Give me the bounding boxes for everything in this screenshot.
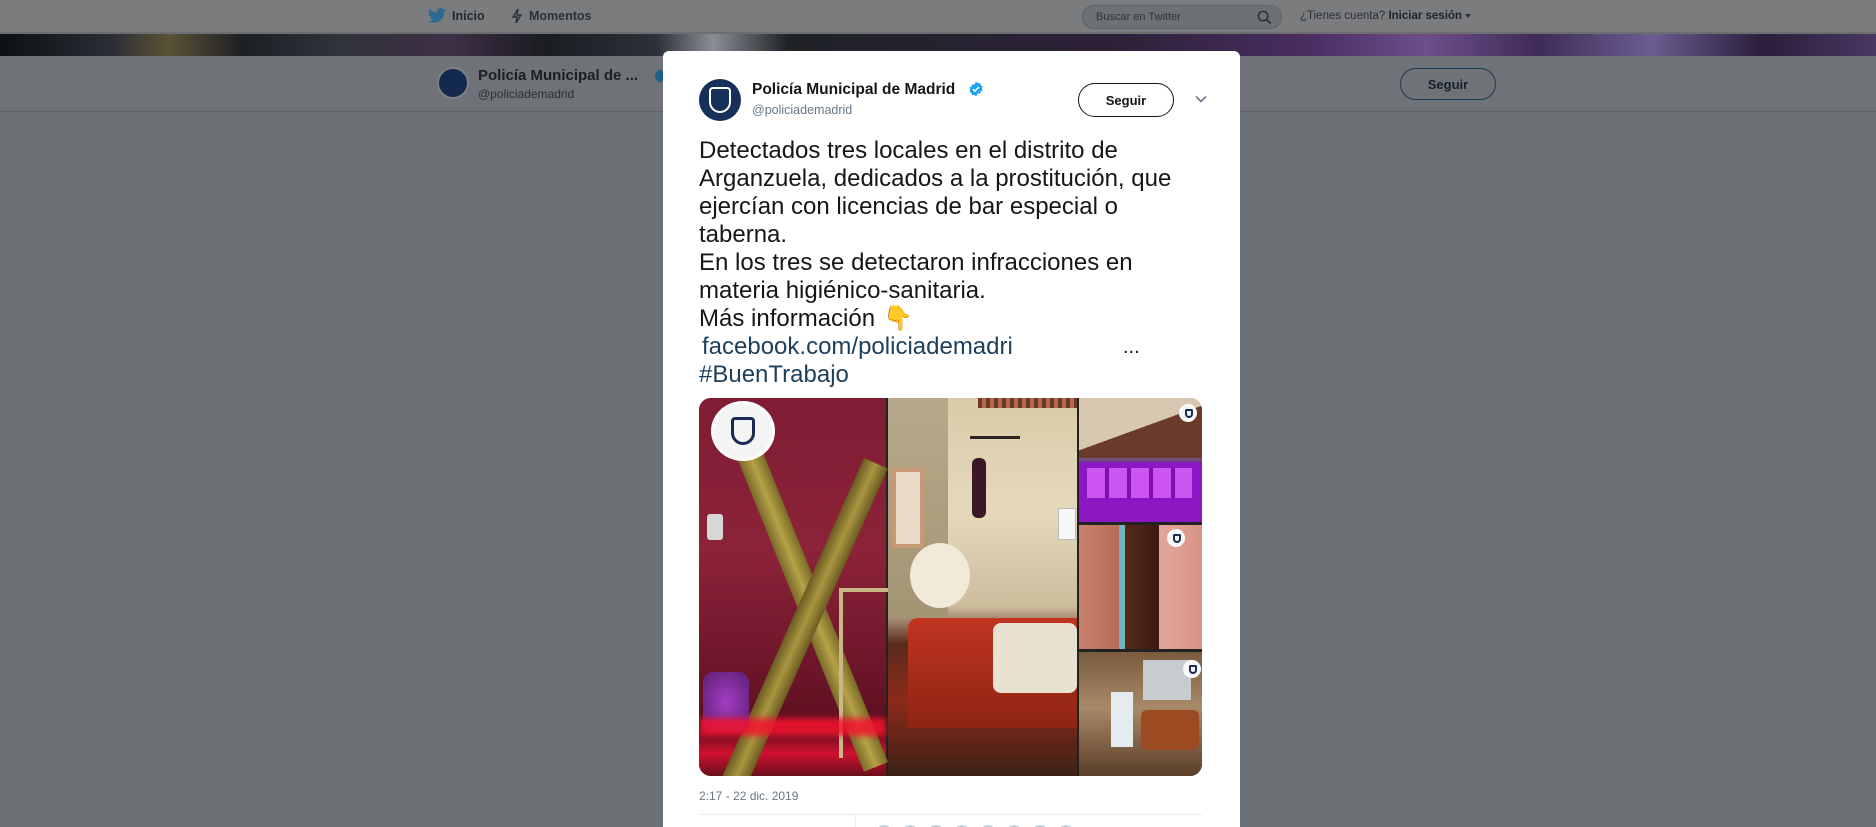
media-photo-1[interactable] [699,398,889,776]
follow-button[interactable]: Seguir [1078,83,1174,117]
tweet-text-line: ejercían con licencias de bar especial o [699,193,1118,220]
media-photo-4[interactable] [1079,525,1202,649]
divider [855,815,856,827]
avatar[interactable] [925,823,947,827]
avatar[interactable] [899,823,921,827]
tweet-modal: Policía Municipal de Madrid @policiadema… [663,51,1240,827]
police-seal-icon [1183,660,1201,678]
author-name[interactable]: Policía Municipal de Madrid [752,81,955,99]
tweet-text-line: Detectados tres locales en el distrito d… [699,137,1118,164]
nav-home-label: Inicio [452,8,485,23]
profile-follow-button[interactable]: Seguir [1400,68,1496,100]
author-avatar[interactable] [699,79,741,121]
verified-badge-icon [969,81,983,97]
tweet-text: Detectados tres locales en el distrito d… [699,137,1209,389]
tweet-text-line: materia higiénico-sanitaria. [699,277,986,304]
avatar[interactable] [977,823,999,827]
avatar[interactable] [1055,823,1077,827]
media-grid [699,398,1202,776]
twitter-bird-icon [428,8,446,23]
media-photo-3[interactable] [1079,398,1202,522]
liker-avatars[interactable] [873,823,1077,827]
chevron-down-icon[interactable] [1464,13,1471,18]
login-prompt: ¿Tienes cuenta? Iniciar sesión [1300,10,1471,22]
divider [699,814,1202,815]
tweet-text-line: En los tres se detectaron infracciones e… [699,249,1133,276]
police-seal-icon [711,401,775,461]
top-navigation-bar: Inicio Momentos Buscar en Twitter ¿Tiene… [0,0,1876,33]
nav-home[interactable]: Inicio [428,8,485,23]
profile-handle: @policiademadrid [478,87,575,101]
police-seal-icon [1167,529,1185,547]
profile-name: Policía Municipal de ... [478,67,639,84]
author-handle[interactable]: @policiademadrid [752,103,852,117]
search-box[interactable]: Buscar en Twitter [1082,5,1282,29]
tweet-text-line: Más información [699,305,876,332]
avatar[interactable] [1029,823,1051,827]
link-ellipsis: ... [1123,336,1140,358]
hashtag-link[interactable]: #BuenTrabajo [699,361,849,388]
have-account-text: ¿Tienes cuenta? [1300,10,1386,22]
profile-avatar-small[interactable] [437,67,469,99]
avatar[interactable] [1003,823,1025,827]
chevron-down-icon[interactable] [1195,95,1207,103]
nav-moments[interactable]: Momentos [511,8,592,24]
media-photo-2[interactable] [888,398,1077,776]
tweet-text-line: taberna. [699,221,788,248]
lightning-icon [511,8,523,24]
search-icon[interactable] [1257,10,1272,25]
login-link[interactable]: Iniciar sesión [1388,10,1462,22]
tweet-text-line: Arganzuela, dedicados a la prostitución,… [699,165,1172,192]
police-seal-icon [1179,404,1197,422]
avatar[interactable] [951,823,973,827]
avatar[interactable] [873,823,895,827]
search-input[interactable]: Buscar en Twitter [1096,11,1181,23]
tweet-timestamp[interactable]: 2:17 - 22 dic. 2019 [699,789,798,803]
nav-moments-label: Momentos [529,9,592,23]
facebook-link[interactable]: facebook.com/policiademadri [702,333,1013,360]
police-shield-logo [709,87,731,113]
media-photo-5[interactable] [1079,652,1202,776]
pointing-down-emoji-icon: 👇 [883,305,913,332]
